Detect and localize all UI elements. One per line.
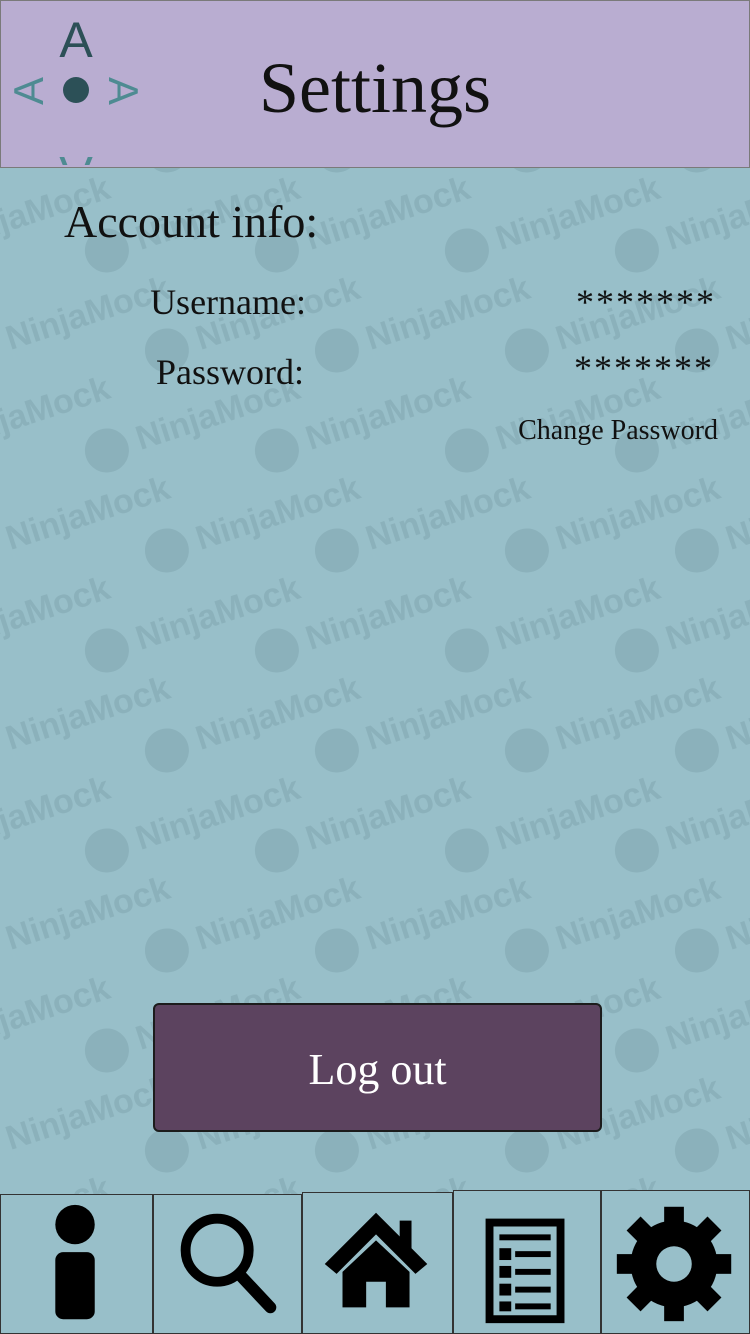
svg-text:NinjaMock: NinjaMock	[551, 669, 725, 758]
svg-text:NinjaMock: NinjaMock	[361, 869, 535, 958]
svg-text:NinjaMock: NinjaMock	[301, 169, 475, 258]
svg-text:NinjaMock: NinjaMock	[1, 869, 175, 958]
svg-text:A: A	[59, 146, 93, 165]
tab-info[interactable]	[0, 1194, 153, 1334]
svg-text:NinjaMock: NinjaMock	[721, 1069, 750, 1158]
svg-text:NinjaMock: NinjaMock	[0, 569, 115, 658]
username-label: Username:	[150, 282, 306, 322]
svg-text:NinjaMock: NinjaMock	[551, 469, 725, 558]
list-icon	[485, 1218, 565, 1324]
svg-text:NinjaMock: NinjaMock	[1, 469, 175, 558]
tab-settings[interactable]	[601, 1190, 750, 1334]
header-bar: A A A A Settings	[0, 0, 750, 168]
svg-text:NinjaMock: NinjaMock	[661, 769, 750, 858]
svg-text:NinjaMock: NinjaMock	[191, 869, 365, 958]
logout-button[interactable]: Log out	[153, 1003, 602, 1132]
svg-text:NinjaMock: NinjaMock	[661, 569, 750, 658]
tab-search[interactable]	[153, 1194, 302, 1334]
svg-text:NinjaMock: NinjaMock	[0, 969, 115, 1058]
account-info-heading: Account info:	[64, 196, 319, 247]
svg-text:NinjaMock: NinjaMock	[131, 769, 305, 858]
svg-text:NinjaMock: NinjaMock	[361, 669, 535, 758]
svg-text:NinjaMock: NinjaMock	[661, 169, 750, 258]
username-value: *******	[576, 282, 716, 322]
search-icon	[180, 1213, 277, 1314]
svg-text:NinjaMock: NinjaMock	[491, 769, 665, 858]
page-title: Settings	[258, 48, 492, 128]
svg-text:NinjaMock: NinjaMock	[721, 669, 750, 758]
svg-text:NinjaMock: NinjaMock	[661, 969, 750, 1058]
password-label: Password:	[155, 352, 304, 392]
svg-text:NinjaMock: NinjaMock	[1, 1069, 175, 1158]
svg-text:NinjaMock: NinjaMock	[551, 869, 725, 958]
svg-text:NinjaMock: NinjaMock	[491, 169, 665, 258]
svg-text:NinjaMock: NinjaMock	[191, 669, 365, 758]
svg-text:NinjaMock: NinjaMock	[191, 469, 365, 558]
change-password-link[interactable]: Change Password	[518, 414, 718, 448]
svg-text:NinjaMock: NinjaMock	[0, 769, 115, 858]
svg-text:NinjaMock: NinjaMock	[721, 869, 750, 958]
svg-text:NinjaMock: NinjaMock	[301, 369, 475, 458]
svg-text:NinjaMock: NinjaMock	[721, 469, 750, 558]
svg-text:NinjaMock: NinjaMock	[491, 569, 665, 658]
tab-list[interactable]	[453, 1190, 601, 1334]
tab-home[interactable]	[302, 1192, 453, 1334]
svg-text:NinjaMock: NinjaMock	[361, 269, 535, 358]
svg-text:NinjaMock: NinjaMock	[0, 369, 115, 458]
svg-text:NinjaMock: NinjaMock	[1, 669, 175, 758]
svg-text:NinjaMock: NinjaMock	[301, 569, 475, 658]
gear-icon	[616, 1206, 732, 1322]
svg-text:NinjaMock: NinjaMock	[721, 269, 750, 358]
password-value: *******	[574, 348, 714, 388]
svg-text:NinjaMock: NinjaMock	[301, 769, 475, 858]
svg-text:NinjaMock: NinjaMock	[361, 469, 535, 558]
home-icon	[324, 1212, 428, 1308]
svg-text:NinjaMock: NinjaMock	[131, 569, 305, 658]
info-icon	[55, 1204, 95, 1320]
